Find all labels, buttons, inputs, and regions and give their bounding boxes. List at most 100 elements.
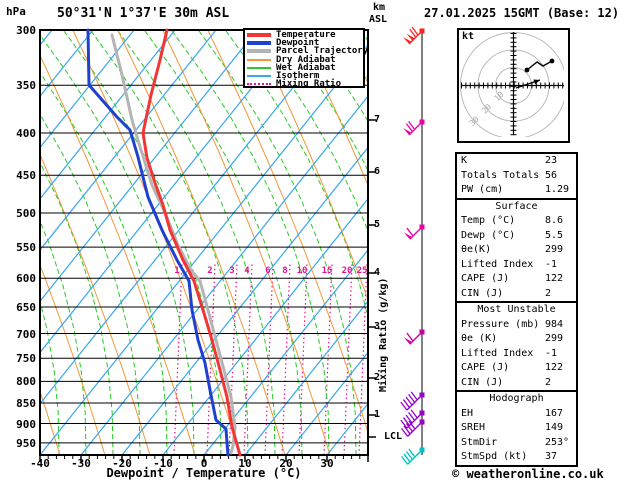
stats-row: Pressure (mb) 984: [457, 318, 576, 333]
stats-label: CIN (J): [461, 287, 504, 299]
stats-row: Temp (°C) 8.6: [457, 214, 576, 229]
copyright: © weatheronline.co.uk: [452, 467, 604, 481]
stats-label: CIN (J): [461, 376, 504, 388]
pressure-label: 950: [16, 436, 36, 450]
stats-row: CIN (J) 2: [457, 376, 576, 391]
pressure-label: 600: [16, 272, 36, 286]
mixing-ratio-value-label: 4: [244, 266, 250, 276]
stats-row: Lifted Index -1: [457, 347, 576, 362]
stats-label: EH: [461, 407, 474, 419]
stats-value: -1: [545, 347, 558, 359]
stats-row: Lifted Index -1: [457, 258, 576, 273]
stats-label: θe(K): [461, 244, 492, 255]
stats-label: StmDir: [461, 436, 498, 448]
stats-value: 23: [545, 155, 558, 166]
legend-swatch: [247, 66, 271, 69]
run-datetime: 27.01.2025 15GMT (Base: 12): [424, 6, 620, 20]
mixing-axis-title: Mixing Ratio (g/kg): [378, 277, 389, 392]
hodograph-canvas: 102030: [460, 32, 564, 137]
mixing-ratio-value-label: 25: [356, 266, 368, 276]
stats-row: θe (K) 299: [457, 332, 576, 347]
km-tick-label: 6: [374, 166, 381, 177]
pressure-label: 350: [16, 79, 36, 93]
stats-row: CAPE (J) 122: [457, 361, 576, 376]
hodograph-upper-path: [526, 60, 553, 71]
stats-row: Dewp (°C) 5.5: [457, 229, 576, 244]
mixing-ratio-value-label: 8: [282, 266, 288, 276]
km-tick-label: 1: [374, 409, 381, 420]
wind-barb: [403, 26, 425, 45]
x-axis-title: Dewpoint / Temperature (°C): [106, 466, 302, 480]
stats-value: -1: [545, 258, 558, 270]
stats-box: K 23 Totals Totals 56 PW (cm) 1.29: [455, 152, 578, 200]
pressure-label: 500: [16, 206, 36, 220]
wind-barb: [401, 447, 425, 465]
stats-label: PW (cm): [461, 184, 504, 195]
mixing-ratio-value-label: 15: [321, 266, 333, 276]
stats-label: CAPE (J): [461, 362, 510, 373]
wind-barb: [403, 224, 425, 240]
pressure-label: 400: [16, 127, 36, 141]
stats-value: 56: [545, 169, 558, 181]
wind-barb: [403, 329, 425, 345]
stats-value: 1.29: [545, 184, 570, 195]
asl-axis-unit: ASL: [369, 14, 388, 25]
stats-header: Surface: [495, 200, 538, 212]
stats-value: 37: [545, 451, 558, 462]
stats-row: CAPE (J) 122: [457, 272, 576, 287]
dewpoint-curve: [86, 28, 230, 457]
stats-value: 299: [545, 333, 564, 344]
km-axis-unit: km: [373, 2, 386, 13]
stats-label: Lifted Index: [461, 347, 534, 359]
pressure-label: 850: [16, 397, 36, 411]
legend-swatch: [247, 49, 271, 54]
pressure-label: 300: [16, 24, 36, 37]
pressure-label: 450: [16, 169, 36, 183]
stats-value: 5.5: [545, 229, 564, 241]
stats-row: Totals Totals 56: [457, 169, 576, 184]
stats-label: Temp (°C): [461, 215, 516, 226]
stats-value: 8.6: [545, 215, 564, 226]
pressure-label: 800: [16, 375, 36, 389]
stats-row: StmSpd (kt) 37: [457, 450, 576, 465]
stats-box: Hodograph EH 167 SREH 149 StmDir 253° StmSpd (k…: [455, 390, 578, 467]
stats-row: K 23: [457, 154, 576, 169]
legend-swatch: [247, 58, 271, 61]
legend-label: Mixing Ratio: [276, 79, 342, 90]
stats-label: StmSpd (kt): [461, 451, 528, 462]
stats-row: SREH 149: [457, 421, 576, 436]
stats-value: 299: [545, 244, 564, 255]
station-title: 50°31'N 1°37'E 30m ASL: [57, 6, 230, 21]
mixing-ratio-value-label: 1: [174, 266, 180, 276]
stats-value: 167: [545, 407, 564, 419]
wind-barb: [403, 119, 425, 136]
stats-row: EH 167: [457, 407, 576, 422]
hodograph-unit: kt: [462, 31, 475, 42]
legend-box: Temperature Dewpoint Parcel Trajectory Dry …: [243, 28, 368, 90]
stats-label: Pressure (mb): [461, 318, 540, 330]
pressure-label: 550: [16, 241, 36, 255]
pressure-label: 900: [16, 417, 36, 431]
stats-label: θe (K): [461, 333, 498, 344]
stats-header: Hodograph: [489, 393, 544, 404]
legend-swatch: [247, 41, 271, 46]
stats-value: 122: [545, 273, 564, 284]
stats-value: 2: [545, 287, 552, 299]
stats-label: Lifted Index: [461, 258, 534, 270]
mixing-ratio-value-label: 2: [207, 266, 213, 276]
mixing-ratio-value-label: 6: [265, 266, 271, 276]
stats-tables: K 23 Totals Totals 56 PW (cm) 1.29 Surface Temp…: [455, 152, 578, 467]
pressure-axis-unit: hPa: [6, 5, 26, 18]
stats-label: K: [461, 155, 468, 166]
stats-label: CAPE (J): [461, 273, 510, 284]
pressure-label: 700: [16, 327, 36, 341]
stats-label: SREH: [461, 422, 486, 433]
stats-value: 253°: [545, 436, 570, 448]
stats-value: 122: [545, 362, 564, 373]
mixing-ratio-value-label: 10: [296, 266, 308, 276]
stats-header: Most Unstable: [477, 304, 556, 315]
pressure-label: 650: [16, 300, 36, 314]
stats-label: Totals Totals: [461, 169, 540, 181]
km-tick-label: 7: [374, 114, 381, 125]
pressure-label: 750: [16, 352, 36, 366]
